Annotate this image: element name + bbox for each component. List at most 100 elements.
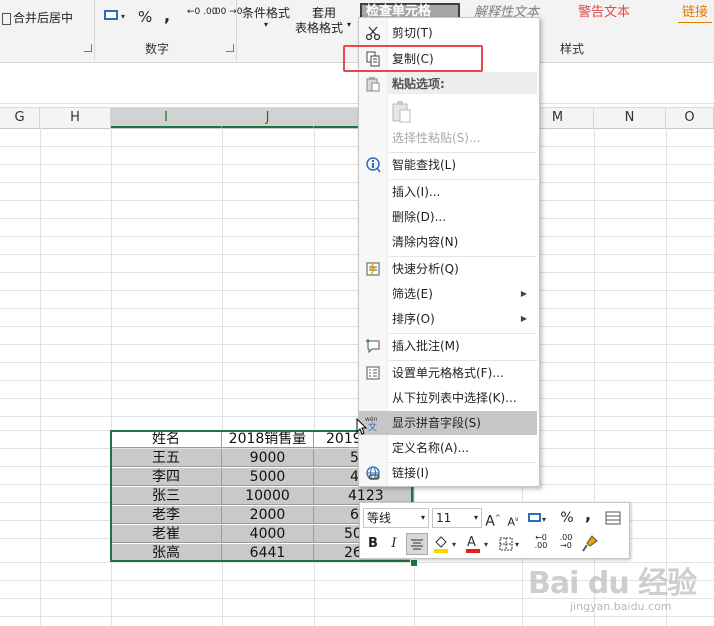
menu-item-label: 链接(I) xyxy=(392,466,429,480)
percent-button[interactable]: % xyxy=(560,508,574,528)
menu-item-pick-from-list[interactable]: 从下拉列表中选择(K)... xyxy=(359,386,537,410)
number-group-label: 数字 xyxy=(145,42,170,56)
watermark-url: jingyan.baidu.com xyxy=(570,600,672,613)
menu-item-label: 剪切(T) xyxy=(392,26,433,40)
chevron-down-icon: ▾ xyxy=(264,20,269,29)
fill-handle[interactable] xyxy=(410,559,418,567)
clipboard-icon xyxy=(392,101,411,123)
mouse-cursor-icon xyxy=(356,417,368,436)
style-link[interactable]: 链接 xyxy=(678,4,713,23)
menu-item-label: 设置单元格格式(F)... xyxy=(392,366,504,380)
align-center-icon xyxy=(411,539,423,550)
decrease-font-icon[interactable]: Av xyxy=(506,510,520,530)
increase-font-icon[interactable]: A^ xyxy=(485,508,501,530)
currency-icon: ▾ xyxy=(104,10,125,21)
svg-text:▾: ▾ xyxy=(121,12,125,21)
menu-item-label: 智能查找(L) xyxy=(392,158,457,172)
link-icon xyxy=(365,465,381,481)
menu-item-label: 选择性粘贴(S)... xyxy=(392,131,481,145)
menu-item-label: 快速分析(Q) xyxy=(392,262,459,276)
menu-item-smart-lookup[interactable]: 智能查找(L) xyxy=(359,153,537,177)
comma-button[interactable]: , xyxy=(164,6,170,25)
menu-item-cut[interactable]: 剪切(T) xyxy=(359,21,537,45)
menu-item-insert-comment[interactable]: 插入批注(M) xyxy=(359,334,537,358)
column-header-row: G H I J K L M N O xyxy=(0,107,714,129)
chevron-down-icon: ▾ xyxy=(347,20,352,29)
menu-item-label: 粘贴选项: xyxy=(392,77,445,91)
watermark-logo: Bai du 经验 jingyan.baidu.com xyxy=(520,550,710,620)
menu-item-paste-special[interactable]: 选择性粘贴(S)... xyxy=(359,126,537,150)
format-painter-table-icon[interactable] xyxy=(604,508,622,528)
font-color-icon: A ▾ xyxy=(466,535,488,553)
menu-item-define-name[interactable]: 定义名称(A)... xyxy=(359,436,537,460)
svg-text:A: A xyxy=(467,535,476,550)
svg-text:文: 文 xyxy=(368,421,377,431)
svg-text:▾: ▾ xyxy=(484,540,488,549)
accounting-format-icon[interactable]: ▾ xyxy=(526,508,548,528)
menu-item-label: 插入批注(M) xyxy=(392,339,460,353)
chevron-down-icon: ▾ xyxy=(420,513,425,522)
paste-icon xyxy=(365,76,381,92)
style-warning[interactable]: 警告文本 xyxy=(574,4,634,22)
increase-decimal-button[interactable]: ←0 .00 xyxy=(187,8,217,17)
decrease-decimal-button[interactable]: .00 →0 xyxy=(212,8,242,17)
separator xyxy=(94,0,95,60)
menu-item-filter[interactable]: 筛选(E) ▶ xyxy=(359,282,537,306)
column-header[interactable]: G xyxy=(0,108,40,128)
percent-button[interactable]: % xyxy=(138,8,152,26)
menu-item-insert[interactable]: 插入(I)... xyxy=(359,180,537,204)
merge-center-button[interactable]: 合并后居中 xyxy=(2,9,73,26)
smart-lookup-icon xyxy=(365,157,381,173)
menu-item-clear-contents[interactable]: 清除内容(N) xyxy=(359,230,537,254)
merge-icon xyxy=(2,12,11,25)
menu-item-quick-analysis[interactable]: 快速分析(Q) xyxy=(359,257,537,281)
conditional-format-button[interactable]: 条件格式 xyxy=(242,4,290,21)
alignment-launcher[interactable] xyxy=(84,44,92,52)
menu-item-show-phonetic[interactable]: wén 文 显示拼音字段(S) xyxy=(359,411,537,435)
menu-item-label: 排序(O) xyxy=(392,312,435,326)
comment-icon xyxy=(365,338,381,354)
font-name-value: 等线 xyxy=(367,511,392,525)
menu-item-label: 筛选(E) xyxy=(392,287,433,301)
menu-item-label: 显示拼音字段(S) xyxy=(392,416,481,430)
fill-color-button[interactable]: ▾ xyxy=(432,534,460,554)
fill-bucket-icon: ▾ xyxy=(434,536,456,553)
format-cells-icon xyxy=(365,365,381,381)
styles-group-label: 样式 xyxy=(560,42,585,56)
separator xyxy=(236,0,237,60)
font-size-value: 11 xyxy=(436,511,452,525)
table-format-button[interactable]: 表格格式 xyxy=(295,19,343,36)
font-size-box[interactable]: 11 ▾ xyxy=(432,508,482,528)
chevron-down-icon: ▾ xyxy=(473,513,478,522)
font-name-box[interactable]: 等线 ▾ xyxy=(363,508,429,528)
menu-item-paste-options: 粘贴选项: xyxy=(359,72,537,96)
menu-item-link[interactable]: 链接(I) xyxy=(359,461,537,485)
menu-item-format-cells[interactable]: 设置单元格格式(F)... xyxy=(359,361,537,385)
scissors-icon xyxy=(365,25,381,41)
font-color-button[interactable]: A ▾ xyxy=(464,534,492,554)
context-menu: 剪切(T) 复制(C) 粘贴选项: 选择性粘贴(S)... 智能查找(L) 插入… xyxy=(358,17,540,487)
column-header[interactable]: N xyxy=(594,108,666,128)
column-header[interactable]: H xyxy=(40,108,111,128)
quick-analysis-icon xyxy=(365,261,381,277)
align-center-button[interactable] xyxy=(406,533,428,555)
italic-button[interactable]: I xyxy=(387,534,401,554)
number-launcher[interactable] xyxy=(226,44,234,52)
svg-text:▾: ▾ xyxy=(542,515,546,524)
menu-item-label: 清除内容(N) xyxy=(392,235,459,249)
column-header[interactable]: O xyxy=(666,108,714,128)
bold-button[interactable]: B xyxy=(365,534,381,554)
accounting-format-button[interactable]: ▾ xyxy=(102,7,126,25)
comma-button[interactable]: , xyxy=(583,505,593,525)
copy-highlight-annotation xyxy=(343,45,483,72)
column-header[interactable]: J xyxy=(222,108,314,128)
submenu-arrow-icon: ▶ xyxy=(520,314,527,323)
menu-item-delete[interactable]: 删除(D)... xyxy=(359,205,537,229)
menu-item-label: 插入(I)... xyxy=(392,185,441,199)
svg-text:▾: ▾ xyxy=(515,540,519,549)
watermark-brand: Bai du 经验 xyxy=(528,566,697,601)
menu-item-label: 从下拉列表中选择(K)... xyxy=(392,391,517,405)
paste-option-button[interactable] xyxy=(391,100,413,124)
column-header[interactable]: I xyxy=(111,108,222,128)
menu-item-sort[interactable]: 排序(O) ▶ xyxy=(359,307,537,331)
